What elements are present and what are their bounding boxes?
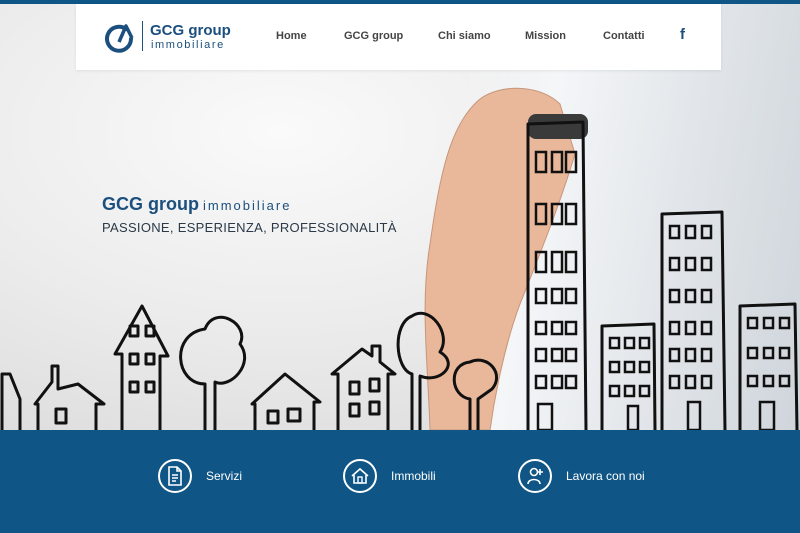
hero-brand-title: GCG group immobiliare <box>102 194 291 215</box>
hero-slogan: PASSIONE, ESPERIENZA, PROFESSIONALITÀ <box>102 220 397 235</box>
person-add-icon <box>518 459 552 493</box>
footer-item-immobili[interactable]: Immobili <box>343 457 436 495</box>
hero-brand-name: GCG group <box>102 194 199 214</box>
facebook-icon[interactable]: f <box>680 26 685 43</box>
nav-home[interactable]: Home <box>276 30 307 42</box>
logo-sub[interactable]: immobiliare <box>151 39 225 51</box>
footer-item-servizi[interactable]: Servizi <box>158 457 242 495</box>
site-header: GCG group immobiliare Home GCG group Chi… <box>76 4 721 70</box>
footer-label-lavora: Lavora con noi <box>566 469 645 483</box>
logo-name[interactable]: GCG group <box>150 22 231 39</box>
nav-contatti[interactable]: Contatti <box>603 30 645 42</box>
footer-bar: Servizi Immobili Lavora con noi <box>0 430 800 533</box>
hero-brand-sub: immobiliare <box>203 198 292 213</box>
house-icon <box>343 459 377 493</box>
nav-gcg-group[interactable]: GCG group <box>344 30 403 42</box>
footer-label-immobili: Immobili <box>391 469 436 483</box>
footer-item-lavora[interactable]: Lavora con noi <box>518 457 645 495</box>
nav-chi-siamo[interactable]: Chi siamo <box>438 30 491 42</box>
footer-label-servizi: Servizi <box>206 469 243 483</box>
logo-divider <box>142 21 143 51</box>
nav-mission[interactable]: Mission <box>525 30 566 42</box>
document-icon <box>158 459 192 493</box>
logo-arrow-icon[interactable] <box>102 20 136 54</box>
